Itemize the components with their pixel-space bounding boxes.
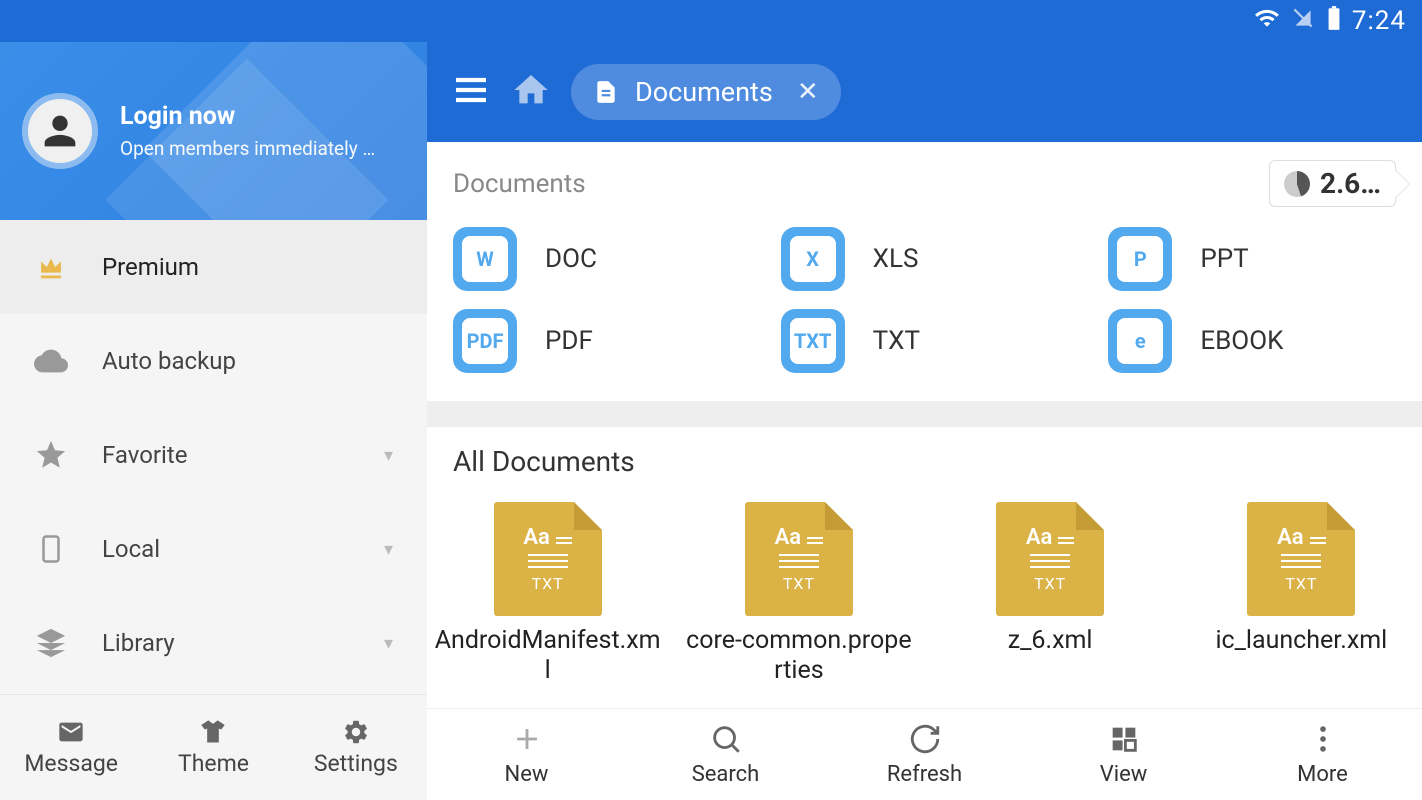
footer-settings[interactable]: Settings [285,695,427,800]
sidebar-menu: Premium Auto backup Favorite ▾ Local ▾ [0,220,427,694]
bottombar-refresh[interactable]: Refresh [825,709,1024,800]
sidebar-item-favorite[interactable]: Favorite ▾ [0,408,427,502]
sidebar-item-premium[interactable]: Premium [0,220,427,314]
sidebar-item-label: Favorite [102,441,350,469]
sidebar-item-local[interactable]: Local ▾ [0,502,427,596]
type-icon: e [1108,309,1172,373]
bottombar-more[interactable]: More [1223,709,1422,800]
bottombar-label: Search [692,762,760,787]
bottombar-view[interactable]: View [1024,709,1223,800]
file-item[interactable]: Aa TXT ic_launcher.xml [1181,492,1422,696]
close-icon[interactable]: ✕ [797,77,819,107]
status-bar: 7:24 [0,0,1422,42]
type-txt[interactable]: TXT TXT [781,309,1069,373]
home-icon[interactable] [511,70,551,114]
footer-label: Message [24,750,118,777]
search-icon [709,722,743,760]
battery-icon [1326,5,1342,38]
breadcrumb[interactable]: Documents ✕ [571,64,841,120]
type-pdf[interactable]: PDF PDF [453,309,741,373]
shirt-icon [199,718,227,746]
footer-message[interactable]: Message [0,695,142,800]
file-name: AndroidManifest.xml [433,626,662,686]
layers-icon [34,626,68,660]
grid-icon [1107,722,1141,760]
type-icon: PDF [453,309,517,373]
topbar: Documents ✕ [427,42,1422,142]
footer-label: Theme [178,750,249,777]
type-icon: P [1108,227,1172,291]
sidebar: Login now Open members immediately enjoy… [0,42,427,800]
bottombar-label: Refresh [887,762,962,787]
mail-icon [57,718,85,746]
file-thumb-icon: Aa TXT [1247,502,1355,616]
footer-theme[interactable]: Theme [142,695,284,800]
storage-chip[interactable]: 2.6… [1269,160,1396,207]
type-label: PPT [1200,244,1248,274]
type-ebook[interactable]: e EBOOK [1108,309,1396,373]
type-label: XLS [873,244,919,274]
sidebar-item-label: Library [102,629,350,657]
breadcrumb-label: Documents [635,76,773,108]
type-icon: TXT [781,309,845,373]
file-name: z_6.xml [1008,626,1093,656]
bottombar-new[interactable]: New [427,709,626,800]
dots-icon [1306,722,1340,760]
sidebar-item-label: Auto backup [102,347,393,375]
bottombar-label: New [505,762,549,787]
phone-icon [34,532,68,566]
type-label: TXT [873,326,920,356]
type-icon: W [453,227,517,291]
bottombar-search[interactable]: Search [626,709,825,800]
avatar-icon [22,93,98,169]
chevron-down-icon: ▾ [384,539,393,560]
gear-icon [342,718,370,746]
profile-card[interactable]: Login now Open members immediately enjoy… [0,42,427,220]
type-label: EBOOK [1200,326,1283,356]
file-name: core-common.properties [684,626,913,686]
file-item[interactable]: Aa TXT z_6.xml [930,492,1171,696]
type-icon: X [781,227,845,291]
all-documents-title: All Documents [427,427,1422,484]
profile-title: Login now [120,102,380,131]
profile-subtitle: Open members immediately enjoy all… [120,137,380,160]
type-label: DOC [545,244,597,274]
file-name: ic_launcher.xml [1215,626,1387,656]
refresh-icon [908,722,942,760]
cloud-sync-icon [34,344,68,378]
sidebar-item-label: Local [102,535,350,563]
star-icon [34,438,68,472]
type-doc[interactable]: W DOC [453,227,741,291]
type-ppt[interactable]: P PPT [1108,227,1396,291]
file-thumb-icon: Aa TXT [745,502,853,616]
file-thumb-icon: Aa TXT [494,502,602,616]
file-item[interactable]: Aa TXT AndroidManifest.xml [427,492,668,696]
wifi-icon [1254,5,1280,38]
divider [427,401,1422,427]
footer-label: Settings [314,750,398,777]
main: Documents ✕ Documents 2.6… WDOCXXLSPPPTP… [427,42,1422,800]
menu-icon[interactable] [451,70,491,114]
file-thumb-icon: Aa TXT [996,502,1104,616]
chevron-down-icon: ▾ [384,445,393,466]
sidebar-footer: Message Theme Settings [0,694,427,800]
document-icon [593,79,619,105]
type-xls[interactable]: X XLS [781,227,1069,291]
bottombar-label: View [1100,762,1148,787]
sidebar-item-autobackup[interactable]: Auto backup [0,314,427,408]
type-label: PDF [545,326,593,356]
pie-icon [1284,171,1310,197]
chevron-down-icon: ▾ [384,633,393,654]
storage-value: 2.6… [1320,167,1381,200]
plus-icon [510,722,544,760]
crown-icon [34,250,68,284]
bottombar: New Search Refresh View More [427,708,1422,800]
sidebar-item-label: Premium [102,253,393,281]
status-time: 7:24 [1352,6,1406,36]
file-item[interactable]: Aa TXT core-common.properties [678,492,919,696]
sidebar-item-library[interactable]: Library ▾ [0,596,427,690]
bottombar-label: More [1297,762,1348,787]
section-title: Documents [453,169,586,199]
no-sim-icon [1290,5,1316,38]
